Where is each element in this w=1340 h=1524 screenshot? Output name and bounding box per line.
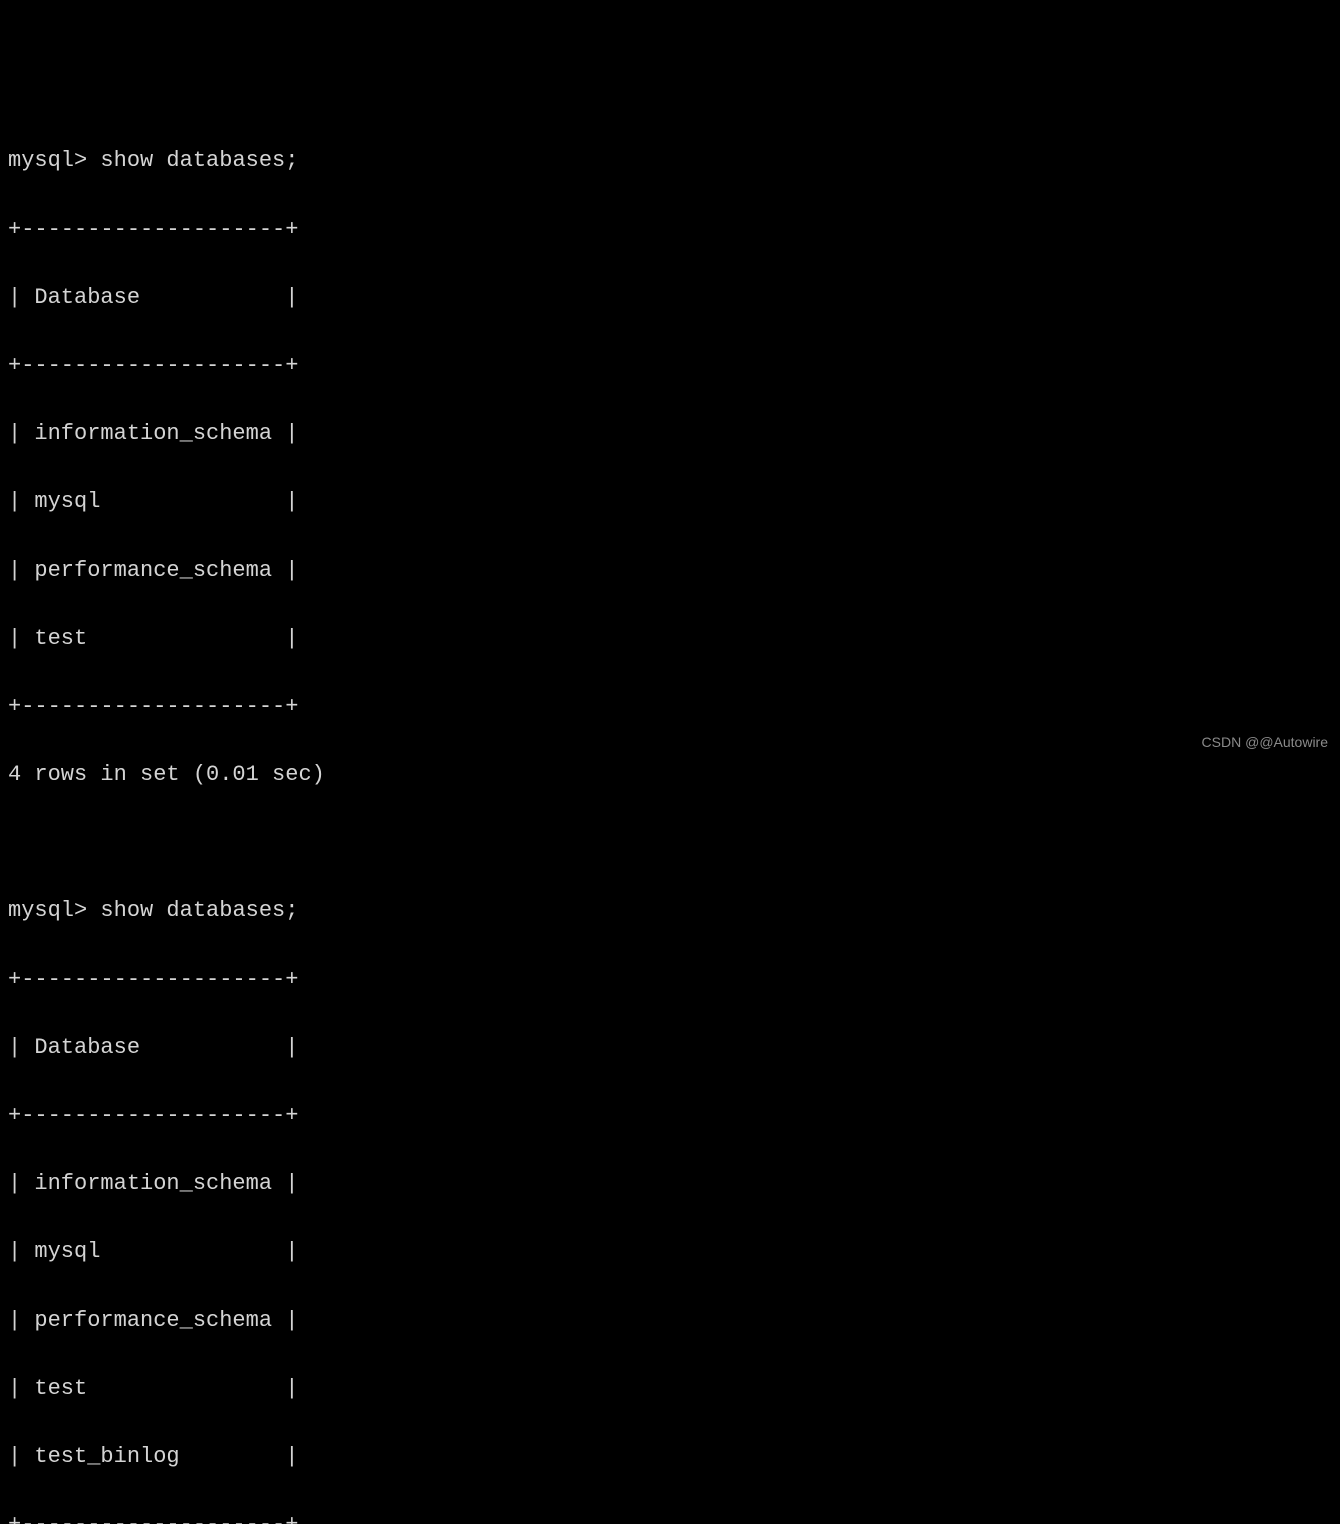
table-border-bottom: +--------------------+ xyxy=(8,1508,1332,1524)
table-row: | performance_schema | xyxy=(8,1304,1332,1338)
command: show databases; xyxy=(100,898,298,923)
command: show databases; xyxy=(100,148,298,173)
command-line-1: mysql> show databases; xyxy=(8,144,1332,178)
table-border-mid: +--------------------+ xyxy=(8,349,1332,383)
table-row: | information_schema | xyxy=(8,1167,1332,1201)
table-row: | test_binlog | xyxy=(8,1440,1332,1474)
table-row: | information_schema | xyxy=(8,417,1332,451)
result-footer: 4 rows in set (0.01 sec) xyxy=(8,758,1332,792)
table-border-top: +--------------------+ xyxy=(8,963,1332,997)
table-row: | test | xyxy=(8,622,1332,656)
table-header: | Database | xyxy=(8,1031,1332,1065)
table-header: | Database | xyxy=(8,281,1332,315)
table-border-bottom: +--------------------+ xyxy=(8,690,1332,724)
table-row: | performance_schema | xyxy=(8,554,1332,588)
prompt: mysql> xyxy=(8,898,100,923)
table-row: | mysql | xyxy=(8,1235,1332,1269)
command-line-2: mysql> show databases; xyxy=(8,894,1332,928)
watermark: CSDN @@Autowire xyxy=(1202,732,1328,754)
blank-line xyxy=(8,826,1332,860)
prompt: mysql> xyxy=(8,148,100,173)
table-border-top: +--------------------+ xyxy=(8,213,1332,247)
table-border-mid: +--------------------+ xyxy=(8,1099,1332,1133)
table-row: | test | xyxy=(8,1372,1332,1406)
table-row: | mysql | xyxy=(8,485,1332,519)
